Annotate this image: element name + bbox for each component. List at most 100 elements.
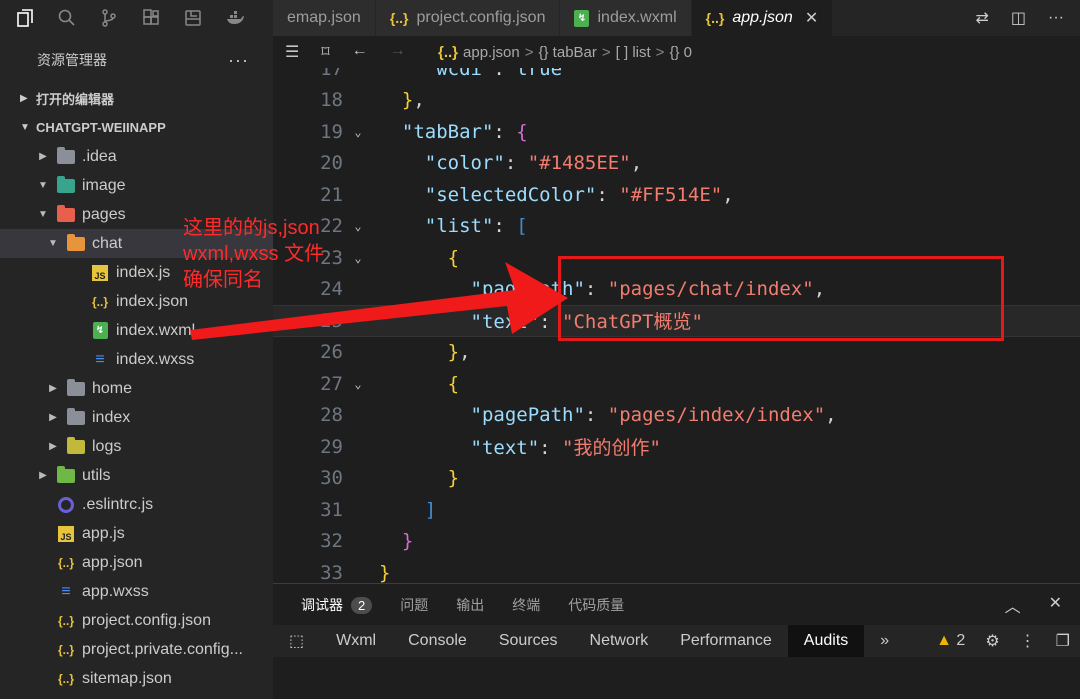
- breadcrumb-item-file[interactable]: {..} app.json: [438, 44, 520, 61]
- tree-item[interactable]: ▶ utils: [0, 461, 273, 490]
- tab-terminal[interactable]: 终端: [512, 595, 540, 615]
- project-section[interactable]: ▼ CHATGPT-WEIINAPP: [0, 113, 273, 142]
- tree-item-label: project.config.json: [82, 611, 211, 629]
- code-line[interactable]: 30 }: [273, 463, 1080, 495]
- storage-icon[interactable]: [182, 7, 204, 29]
- docker-icon[interactable]: [224, 7, 246, 29]
- tree-item[interactable]: {..} project.private.config...: [0, 635, 273, 664]
- code-line[interactable]: 33}: [273, 557, 1080, 583]
- tab-app-json[interactable]: {..} app.json ✕: [691, 0, 834, 36]
- annotation-line: 这里的的js,json: [183, 217, 320, 239]
- source-control-icon[interactable]: [98, 7, 120, 29]
- tree-item-label: app.wxss: [82, 582, 149, 600]
- more-vertical-icon[interactable]: ⋮: [1020, 631, 1036, 651]
- breadcrumb-item-tabbar[interactable]: {} tabBar: [539, 44, 597, 61]
- tab-problems[interactable]: 问题: [400, 595, 428, 615]
- close-icon[interactable]: ✕: [805, 8, 818, 28]
- breadcrumb-label: {} 0: [669, 43, 692, 61]
- gear-icon[interactable]: ⚙: [985, 631, 999, 651]
- tree-item[interactable]: ▶ .idea: [0, 142, 273, 171]
- code-line[interactable]: 17 "wcdi": true: [273, 68, 1080, 85]
- devtools-tab-wxml[interactable]: Wxml: [320, 625, 392, 657]
- code-line[interactable]: 27 ⌄ {: [273, 368, 1080, 400]
- explorer-header: 资源管理器 ···: [0, 36, 273, 84]
- js-badge: JS: [58, 525, 74, 542]
- code-line[interactable]: 31 ]: [273, 494, 1080, 526]
- explorer-title: 资源管理器: [37, 52, 107, 68]
- line-number: 21: [320, 183, 343, 206]
- search-icon[interactable]: [56, 7, 78, 29]
- breadcrumb-item-0[interactable]: {} 0: [669, 44, 692, 61]
- tree-item[interactable]: ▶ index: [0, 403, 273, 432]
- more-actions-icon[interactable]: ···: [228, 50, 249, 71]
- explorer-icon[interactable]: [14, 7, 36, 29]
- tab-debugger[interactable]: 调试器 2: [301, 595, 373, 615]
- code-text: "selectedColor": "#FF514E",: [424, 183, 734, 206]
- tab-code-quality[interactable]: 代码质量: [568, 595, 624, 615]
- devtools-tab-performance[interactable]: Performance: [664, 625, 788, 657]
- close-icon[interactable]: ✕: [1049, 593, 1062, 617]
- devtools-tab-console[interactable]: Console: [392, 625, 483, 657]
- tab-sitemap-json[interactable]: emap.json: [273, 0, 376, 36]
- devtools-tab-audits[interactable]: Audits: [787, 625, 865, 657]
- more-actions-icon[interactable]: ···: [1048, 9, 1064, 27]
- code-line[interactable]: 22 ⌄ "list": [: [273, 211, 1080, 243]
- devtools-tab-sources[interactable]: Sources: [483, 625, 574, 657]
- open-editors-section[interactable]: ▶ 打开的编辑器: [0, 84, 273, 113]
- tree-item[interactable]: {..} app.json: [0, 548, 273, 577]
- folder-shape: [57, 175, 75, 193]
- chevron-up-icon[interactable]: ︿: [1005, 593, 1021, 617]
- folder-icon: [56, 465, 76, 485]
- compare-icon[interactable]: ⇄: [975, 8, 988, 28]
- tree-item[interactable]: ≡ index.wxss: [0, 345, 273, 374]
- tab-index-wxml[interactable]: ↯ index.wxml: [560, 0, 692, 36]
- breadcrumb-item-list[interactable]: [ ] list: [616, 44, 651, 61]
- tree-item[interactable]: .eslintrc.js: [0, 490, 273, 519]
- code-line[interactable]: 26 },: [273, 337, 1080, 369]
- tab-output[interactable]: 输出: [456, 595, 484, 615]
- devtools-tab-network[interactable]: Network: [574, 625, 665, 657]
- tree-item[interactable]: {..} sitemap.json: [0, 664, 273, 693]
- tree-item[interactable]: ▼ image: [0, 171, 273, 200]
- fold-chevron-icon[interactable]: ⌄: [343, 125, 373, 139]
- code-line[interactable]: 21 "selectedColor": "#FF514E",: [273, 179, 1080, 211]
- tree-item[interactable]: {..} project.config.json: [0, 606, 273, 635]
- breadcrumb-label: {} tabBar: [538, 43, 597, 61]
- code-line[interactable]: 20 "color": "#1485EE",: [273, 148, 1080, 180]
- line-number: 27: [320, 372, 343, 395]
- folder-shape: [67, 407, 85, 425]
- bookmark-icon[interactable]: ⌑: [321, 42, 329, 62]
- activity-bar: [0, 0, 273, 36]
- code-line[interactable]: 19 ⌄ "tabBar": {: [273, 116, 1080, 148]
- fold-chevron-icon[interactable]: ⌄: [343, 377, 373, 391]
- warning-count[interactable]: ▲ 2: [936, 632, 965, 650]
- tree-item-label: logs: [92, 437, 122, 455]
- undock-icon[interactable]: ❐: [1056, 631, 1070, 651]
- folder-shape: [67, 378, 85, 396]
- code-line[interactable]: 32 }: [273, 526, 1080, 558]
- folder-shape: [57, 146, 75, 164]
- json-icon: {..}: [705, 10, 725, 26]
- tree-item[interactable]: JS app.js: [0, 519, 273, 548]
- tree-item[interactable]: ↯ index.wxml: [0, 316, 273, 345]
- more-tabs-icon[interactable]: »: [864, 625, 905, 657]
- css-file-icon: ≡: [90, 351, 110, 369]
- forward-arrow-icon[interactable]: →: [390, 42, 406, 62]
- tree-item[interactable]: ▶ logs: [0, 432, 273, 461]
- folder-shape: [67, 436, 85, 454]
- tab-project-config-json[interactable]: {..} project.config.json: [375, 0, 561, 36]
- editor-tabbar: emap.json {..} project.config.json ↯ ind…: [273, 0, 1080, 36]
- code-line[interactable]: 29 "text": "我的创作": [273, 431, 1080, 463]
- split-editor-icon[interactable]: ◫: [1011, 8, 1026, 28]
- inspect-icon[interactable]: ⬚: [273, 625, 320, 657]
- chevron-right-icon: ▶: [39, 151, 47, 162]
- breadcrumb-label: app.json: [463, 43, 520, 61]
- json-file-icon: {..}: [56, 554, 76, 572]
- back-arrow-icon[interactable]: ←: [352, 42, 368, 62]
- list-icon[interactable]: ☰: [285, 42, 299, 62]
- code-line[interactable]: 28 "pagePath": "pages/index/index",: [273, 400, 1080, 432]
- extensions-icon[interactable]: [140, 7, 162, 29]
- tree-item[interactable]: ≡ app.wxss: [0, 577, 273, 606]
- code-line[interactable]: 18 },: [273, 85, 1080, 117]
- tree-item[interactable]: ▶ home: [0, 374, 273, 403]
